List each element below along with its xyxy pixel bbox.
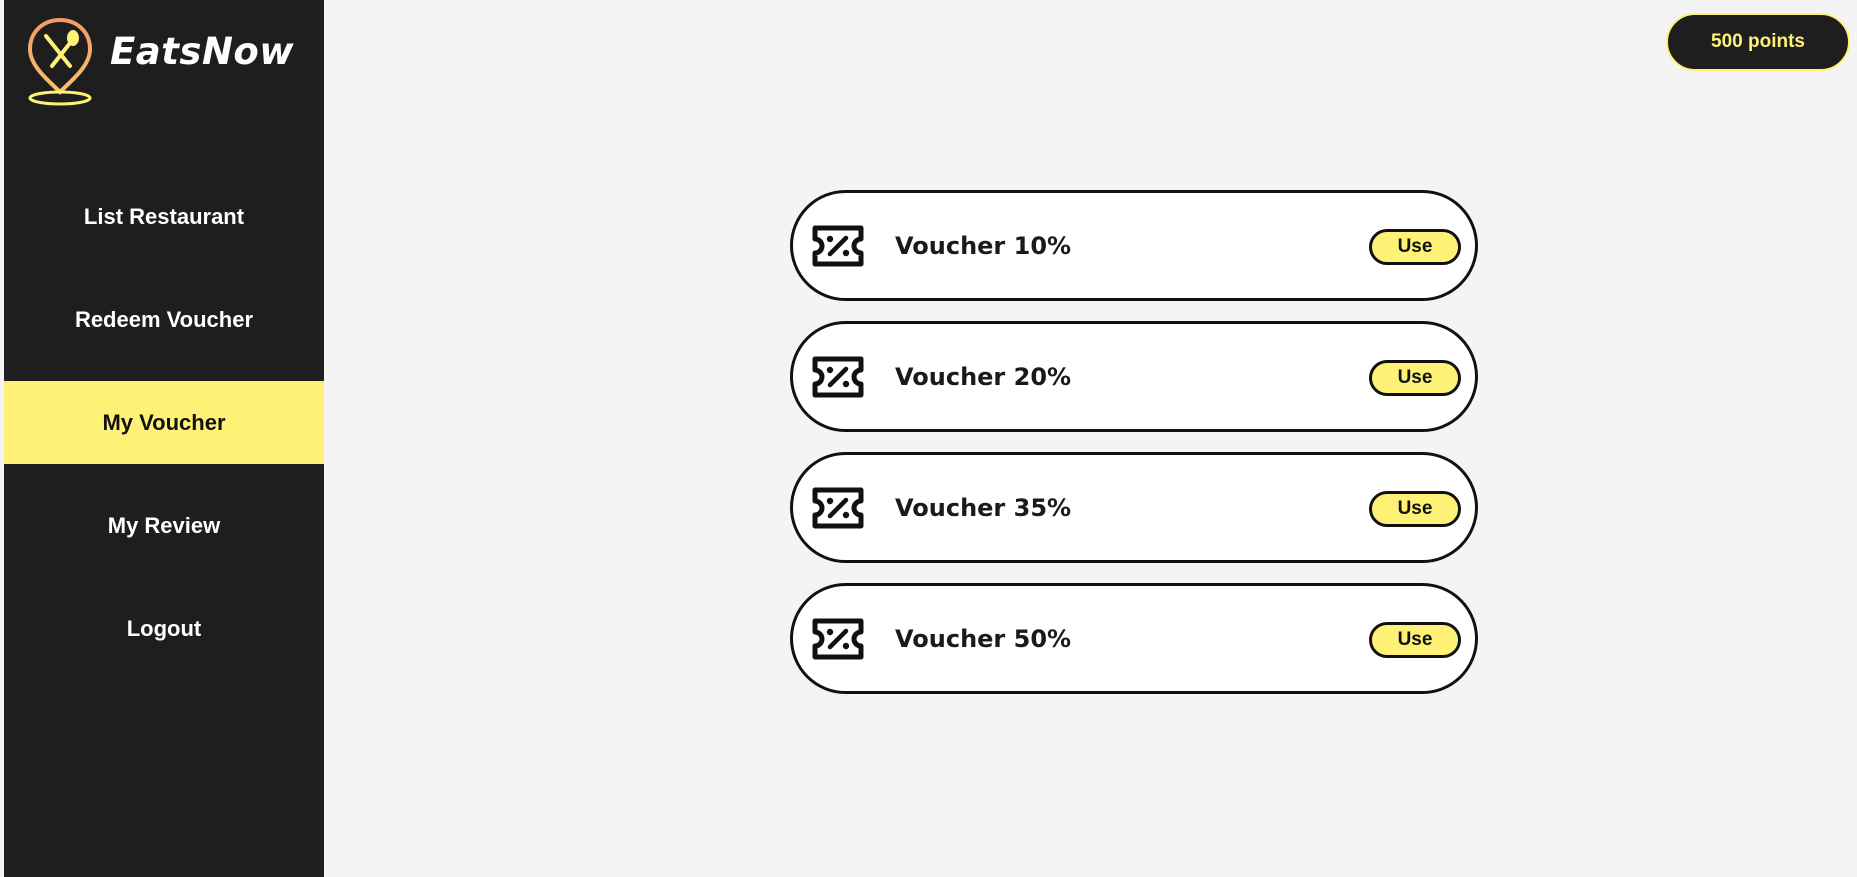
voucher-card: Voucher 10% Use [790,190,1478,301]
use-voucher-button[interactable]: Use [1369,491,1461,527]
use-voucher-button[interactable]: Use [1369,360,1461,396]
voucher-title: Voucher 10% [895,231,1072,260]
sidebar-nav: List Restaurant Redeem Voucher My Vouche… [4,175,324,690]
sidebar-item-redeem-voucher[interactable]: Redeem Voucher [4,278,324,361]
sidebar-item-label: My Review [107,512,221,538]
voucher-title: Voucher 50% [895,624,1072,653]
voucher-title: Voucher 20% [895,362,1072,391]
voucher-card: Voucher 35% Use [790,452,1478,563]
voucher-list: Voucher 10% Use Voucher 20% Use Voucher … [790,190,1478,714]
app-name: EatsNow [110,29,295,73]
sidebar-item-label: My Voucher [102,409,226,435]
discount-ticket-icon [812,487,864,528]
sidebar-item-my-review[interactable]: My Review [4,484,324,567]
use-voucher-button[interactable]: Use [1369,622,1461,658]
voucher-card: Voucher 50% Use [790,583,1478,694]
discount-ticket-icon [812,225,864,266]
sidebar-item-my-voucher[interactable]: My Voucher [4,381,324,464]
discount-ticket-icon [812,618,864,659]
sidebar-item-list-restaurant[interactable]: List Restaurant [4,175,324,258]
app-logo[interactable]: EatsNow [24,16,294,106]
points-badge: 500 points [1666,13,1850,71]
sidebar: EatsNow List Restaurant Redeem Voucher M… [4,0,324,877]
sidebar-item-label: Redeem Voucher [74,306,254,332]
sidebar-item-label: List Restaurant [83,203,245,229]
use-voucher-button[interactable]: Use [1369,229,1461,265]
sidebar-item-logout[interactable]: Logout [4,587,324,670]
sidebar-item-label: Logout [126,615,202,641]
voucher-card: Voucher 20% Use [790,321,1478,432]
map-pin-utensils-icon [27,17,93,106]
discount-ticket-icon [812,356,864,397]
voucher-title: Voucher 35% [895,493,1072,522]
